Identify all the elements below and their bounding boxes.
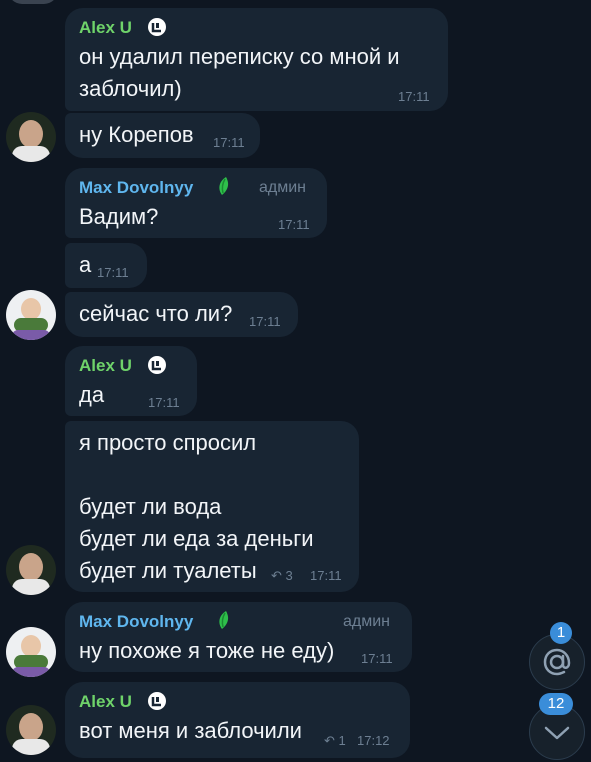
message-text: да [79, 382, 105, 407]
message-time: 17:11 [310, 568, 342, 583]
sender-name[interactable]: Alex U [79, 356, 132, 376]
message-text: вот меня и заблочили [79, 718, 302, 743]
message-text: я просто спросил будет ли вода будет ли … [79, 430, 314, 583]
message-bubble[interactable]: Max Dovolnyy админ ну похоже я тоже не е… [65, 602, 412, 672]
message-text: а [79, 252, 92, 277]
reply-icon: ↶ [271, 568, 282, 583]
admin-label: админ [259, 179, 307, 196]
message-bubble[interactable]: ну Корепов 17:11 [65, 113, 260, 158]
message-bubble[interactable]: Alex U он удалил переписку со мной и заб… [65, 8, 448, 111]
message-time: 17:11 [97, 265, 129, 280]
clipped-avatar [8, 0, 58, 4]
sender-name[interactable]: Max Dovolnyy [79, 612, 193, 632]
leaf-icon [219, 611, 229, 629]
sender-name[interactable]: Max Dovolnyy [79, 178, 193, 198]
sender-badge-icon [148, 356, 166, 374]
message-text: он удалил переписку со мной и заблочил) [79, 44, 400, 101]
message-bubble[interactable]: Alex U да 17:11 [65, 346, 197, 416]
message-time: 17:11 [278, 217, 310, 232]
message-bubble[interactable]: Max Dovolnyy админ Вадим? 17:11 [65, 168, 327, 238]
message-time: 17:11 [361, 651, 393, 666]
message-bubble[interactable]: сейчас что ли? 17:11 [65, 292, 298, 337]
message-bubble[interactable]: Alex U вот меня и заблочили ↶ 1 17:12 [65, 682, 410, 758]
leaf-icon [219, 177, 229, 195]
sender-name[interactable]: Alex U [79, 18, 132, 38]
message-text: Вадим? [79, 204, 159, 229]
message-text: сейчас что ли? [79, 301, 233, 326]
avatar[interactable] [6, 627, 56, 677]
reply-count[interactable]: ↶ 1 [324, 733, 346, 749]
reply-count[interactable]: ↶ 3 [271, 568, 293, 584]
sender-badge-icon [148, 18, 166, 36]
mentions-count-badge: 1 [550, 622, 572, 644]
avatar[interactable] [6, 112, 56, 162]
unread-count-badge: 12 [539, 693, 573, 715]
message-bubble[interactable]: а 17:11 [65, 243, 147, 288]
message-text: ну Корепов [79, 122, 194, 147]
message-bubble[interactable]: я просто спросил будет ли вода будет ли … [65, 421, 359, 592]
reply-icon: ↶ [324, 733, 335, 748]
message-time: 17:11 [148, 395, 180, 410]
message-time: 17:12 [357, 733, 390, 748]
avatar[interactable] [6, 705, 56, 755]
avatar[interactable] [6, 545, 56, 595]
avatar[interactable] [6, 290, 56, 340]
admin-label: админ [343, 613, 391, 630]
sender-badge-icon [148, 692, 166, 710]
message-time: 17:11 [398, 89, 430, 104]
message-text: ну похоже я тоже не еду) [79, 638, 335, 663]
message-time: 17:11 [213, 135, 245, 150]
sender-name[interactable]: Alex U [79, 692, 132, 712]
message-time: 17:11 [249, 314, 281, 329]
